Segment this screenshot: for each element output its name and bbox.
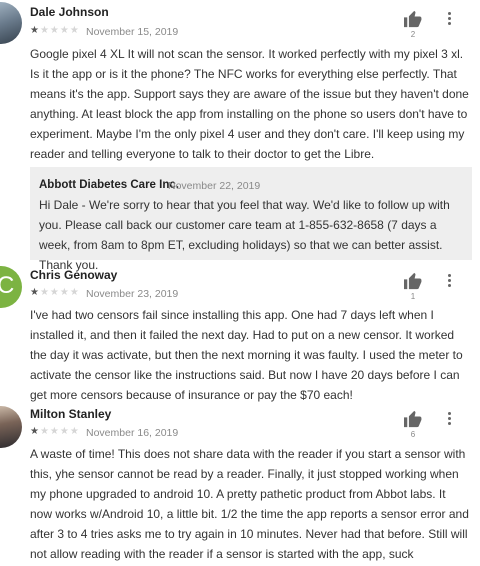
- avatar: [0, 2, 22, 44]
- review-author: Dale Johnson: [30, 5, 109, 19]
- avatar: C: [0, 266, 22, 308]
- helpful-count: 6: [410, 430, 416, 439]
- reply-text: Hi Dale - We're sorry to hear that you f…: [39, 198, 450, 272]
- star-rating: ★★★★★: [30, 25, 80, 36]
- star-icon: ★★★★: [39, 426, 80, 437]
- star-icon: ★: [30, 25, 40, 36]
- review-author: Chris Genoway: [30, 268, 118, 282]
- star-rating: ★★★★★: [30, 287, 80, 298]
- review-date: November 16, 2019: [86, 427, 179, 439]
- developer-reply: Abbott Diabetes Care Inc. November 22, 2…: [30, 167, 472, 272]
- review-date: November 23, 2019: [86, 288, 179, 300]
- star-rating: ★★★★★: [30, 426, 80, 437]
- thumbs-up-icon[interactable]: [402, 10, 424, 28]
- star-icon: ★: [30, 426, 40, 437]
- star-icon: ★★★★: [39, 287, 80, 298]
- helpful-count: 1: [410, 292, 416, 301]
- review-text: Google pixel 4 XL It will not scan the s…: [30, 47, 469, 161]
- thumbs-up-icon[interactable]: [402, 410, 424, 428]
- reply-date: November 22, 2019: [168, 180, 261, 192]
- star-icon: ★: [30, 287, 40, 298]
- thumbs-up-icon[interactable]: [402, 272, 424, 290]
- review-text: A waste of time! This does not share dat…: [30, 447, 469, 561]
- star-icon: ★★★★: [39, 25, 80, 36]
- more-vert-icon[interactable]: [448, 274, 452, 289]
- avatar: [0, 406, 22, 448]
- review-author: Milton Stanley: [30, 407, 112, 421]
- developer-name: Abbott Diabetes Care Inc.: [39, 179, 179, 191]
- review-date: November 15, 2019: [86, 26, 179, 38]
- review-text: I've had two censors fail since installi…: [30, 308, 463, 402]
- more-vert-icon[interactable]: [448, 12, 452, 27]
- more-vert-icon[interactable]: [448, 412, 452, 427]
- helpful-count: 2: [410, 30, 416, 39]
